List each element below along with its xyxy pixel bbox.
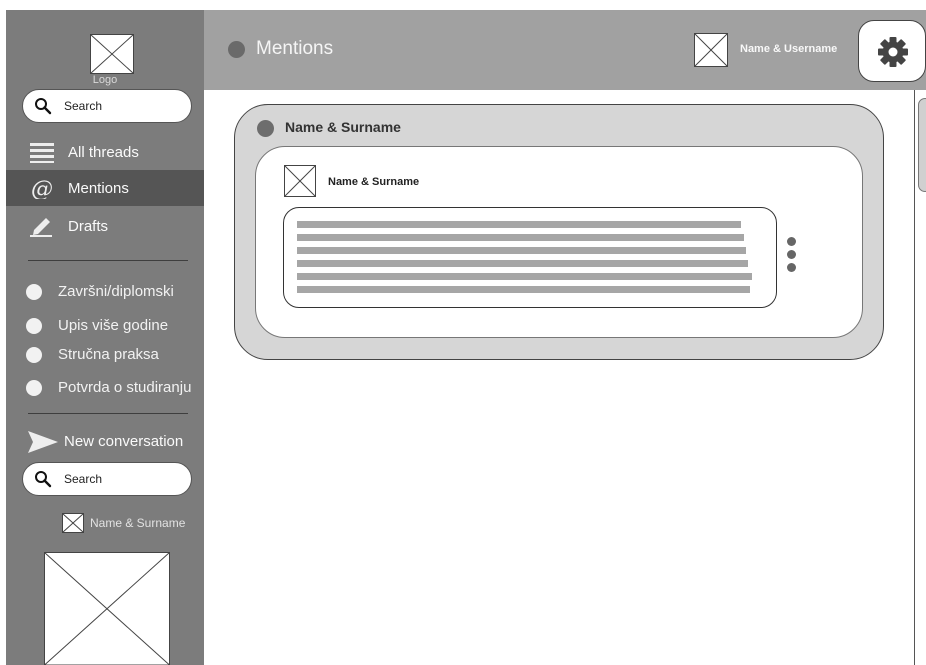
nav-item-all-threads[interactable]: All threads	[6, 134, 204, 170]
message-text-line	[297, 234, 744, 241]
message-text-line	[297, 286, 750, 293]
search-placeholder: Search	[64, 472, 103, 486]
image-placeholder-icon	[44, 552, 170, 665]
vertical-dots-icon[interactable]	[786, 237, 798, 281]
author-avatar-placeholder-icon	[284, 165, 316, 197]
logo-label: Logo	[92, 74, 118, 86]
pencil-icon	[30, 218, 52, 237]
message-author-name: Name & Surname	[328, 176, 420, 188]
search-placeholder: Search	[64, 99, 103, 113]
conversation-search-input[interactable]: Search	[22, 462, 192, 496]
gear-icon	[878, 37, 908, 67]
sidebar-search-input[interactable]: Search	[22, 89, 192, 123]
category-dot-icon	[26, 380, 42, 396]
category-dot-icon	[26, 318, 42, 334]
new-conversation-label: New conversation	[64, 433, 184, 450]
header-user-name[interactable]: Name & Username	[740, 43, 837, 55]
scrollbar-track	[914, 90, 915, 665]
nav-item-label: Mentions	[68, 180, 129, 197]
sidebar-user[interactable]: Name & Surname	[62, 512, 202, 534]
category-label: Upis više godine	[58, 317, 169, 334]
page-title: Mentions	[256, 38, 334, 59]
category-dot-icon	[26, 284, 42, 300]
category-label: Stručna praksa	[58, 346, 159, 363]
sidebar-divider	[28, 260, 188, 261]
message-text-line	[297, 247, 746, 254]
nav-item-label: All threads	[68, 144, 139, 161]
new-conversation-button[interactable]: New conversation	[28, 429, 198, 455]
category-dot-icon	[26, 347, 42, 363]
nav-item-mentions[interactable]: @ Mentions	[6, 170, 204, 206]
avatar-placeholder-icon	[62, 513, 84, 533]
status-dot-icon	[228, 41, 245, 58]
nav-item-drafts[interactable]: Drafts	[6, 208, 204, 244]
sidebar-divider	[28, 413, 188, 414]
at-icon: @	[31, 177, 53, 199]
thread-card[interactable]: Name & Surname Name & Surname	[234, 104, 884, 360]
logo-placeholder-icon	[90, 34, 134, 74]
category-label: Potvrda o studiranju	[58, 379, 192, 396]
search-icon	[35, 471, 52, 488]
message-card: Name & Surname	[255, 146, 863, 338]
nav-item-label: Drafts	[68, 218, 109, 235]
scrollbar-thumb[interactable]	[918, 98, 926, 192]
message-text-line	[297, 273, 752, 280]
list-icon	[30, 143, 54, 163]
message-text-line	[297, 260, 748, 267]
message-text-line	[297, 221, 741, 228]
svg-text:@: @	[31, 177, 53, 199]
thread-status-dot-icon	[257, 120, 274, 137]
sidebar: Logo Search All threads @ Mentions Draft…	[6, 10, 204, 665]
user-avatar-placeholder-icon[interactable]	[694, 33, 728, 67]
settings-button[interactable]	[858, 20, 926, 82]
sidebar-user-name: Name & Surname	[90, 516, 186, 530]
thread-name: Name & Surname	[285, 119, 401, 135]
category-label: Završni/diplomski	[58, 283, 174, 300]
search-icon	[35, 98, 52, 115]
send-icon	[28, 431, 58, 453]
message-bubble	[283, 207, 777, 308]
app-window: Logo Search All threads @ Mentions Draft…	[0, 0, 926, 665]
top-header: Mentions Name & Username	[204, 10, 926, 90]
